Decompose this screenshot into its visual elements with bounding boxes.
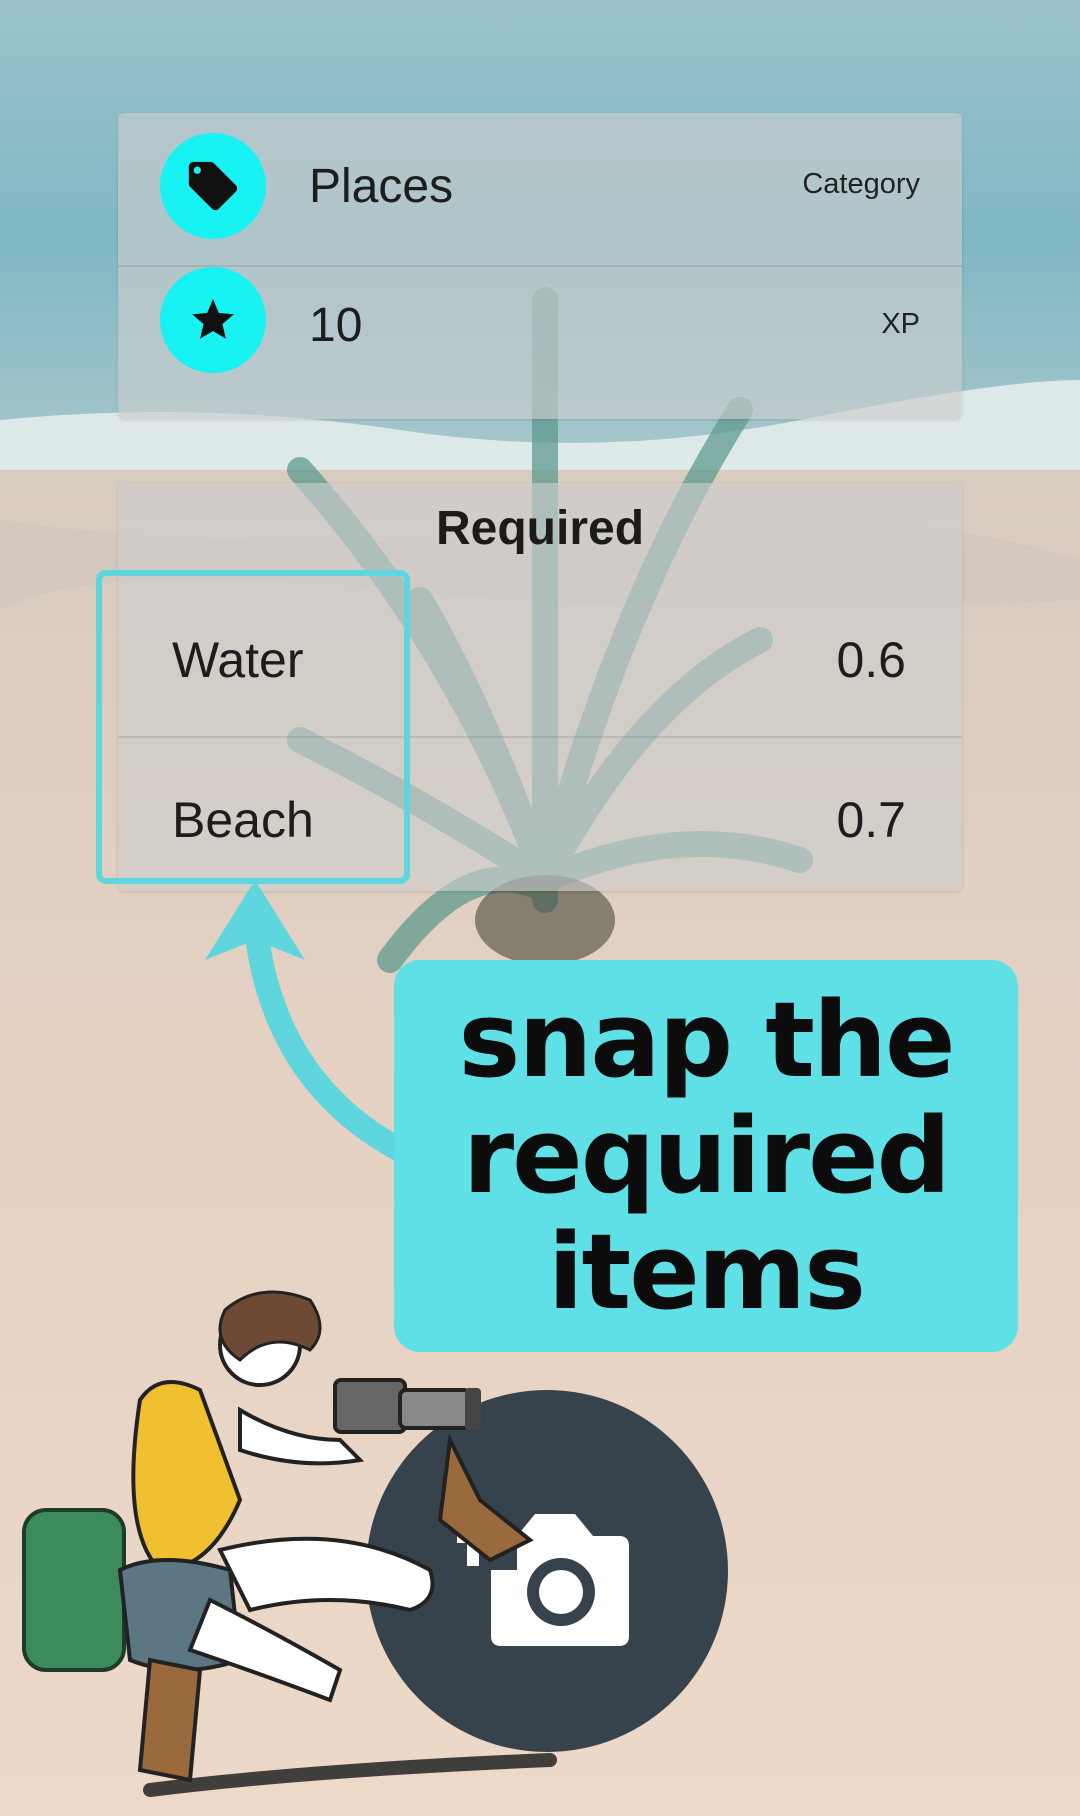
photographer-illustration bbox=[22, 1290, 557, 1797]
star-icon bbox=[192, 299, 234, 339]
tooltip-line: snap the bbox=[458, 979, 955, 1101]
curved-arrow-icon bbox=[205, 880, 412, 1162]
challenge-info-card: Places Category 10 XP bbox=[118, 113, 962, 419]
xp-row: 10 XP bbox=[118, 267, 962, 419]
tutorial-highlight-box bbox=[96, 570, 410, 884]
category-label: Category bbox=[802, 168, 920, 200]
xp-label: XP bbox=[881, 308, 920, 340]
tooltip-line: required bbox=[462, 1095, 951, 1217]
category-row: Places Category bbox=[118, 113, 962, 265]
required-title: Required bbox=[435, 502, 645, 555]
category-icon-circle bbox=[160, 133, 266, 239]
xp-value: 10 bbox=[309, 299, 363, 352]
category-value: Places bbox=[309, 160, 454, 213]
tag-icon bbox=[188, 161, 238, 211]
required-item-value: 0.7 bbox=[836, 792, 906, 848]
xp-icon-circle bbox=[160, 267, 266, 373]
required-item-value: 0.6 bbox=[836, 632, 906, 688]
